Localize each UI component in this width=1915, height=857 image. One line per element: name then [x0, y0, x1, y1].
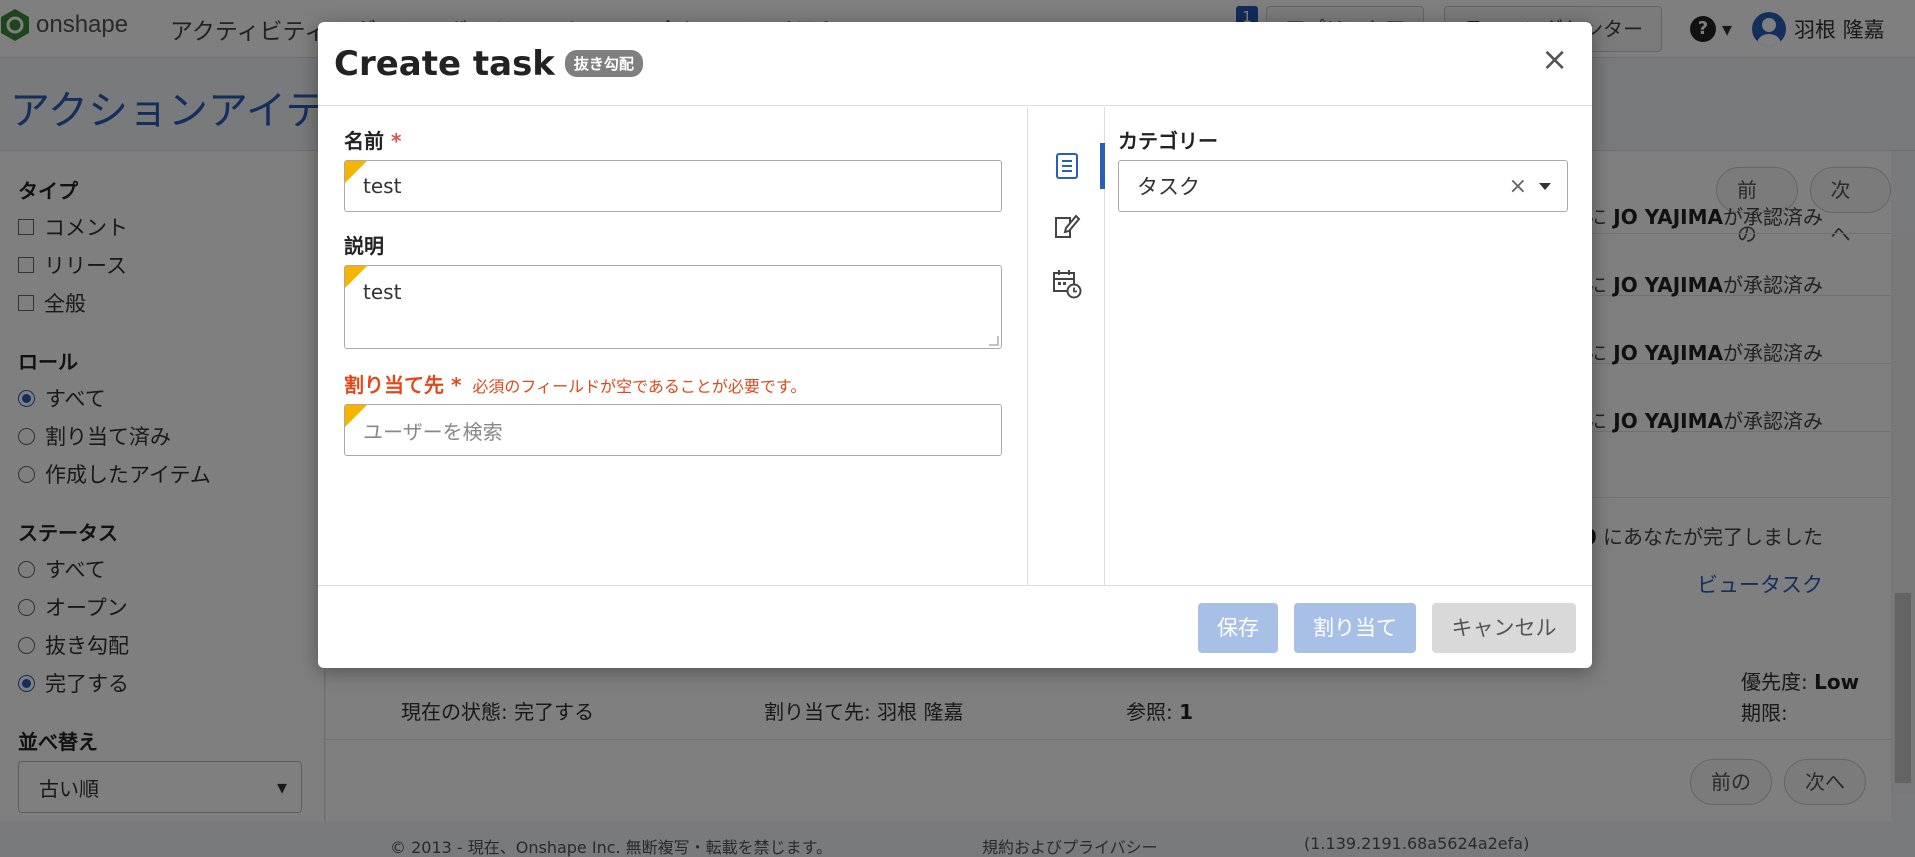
name-field[interactable]: test: [344, 160, 1002, 212]
calendar-clock-icon: [1053, 270, 1082, 299]
required-mark: *: [450, 373, 462, 397]
draft-marker: [345, 161, 367, 183]
details-pane: 名前 * test 説明 test 割り当て先 * 必須のフィールドが空であるこ…: [318, 107, 1028, 585]
description-value: test: [363, 280, 402, 304]
description-field[interactable]: test: [344, 265, 1002, 349]
resize-handle[interactable]: [989, 336, 999, 346]
validation-error: 必須のフィールドが空であることが必要です。: [472, 377, 807, 396]
category-select[interactable]: タスク ×: [1118, 160, 1568, 212]
save-button[interactable]: 保存: [1198, 603, 1278, 653]
document-icon: [1056, 153, 1078, 179]
name-label-text: 名前: [344, 129, 384, 153]
dialog-header: Create task 抜き勾配: [318, 22, 1592, 106]
assign-button[interactable]: 割り当て: [1294, 603, 1416, 653]
draft-marker: [345, 266, 367, 288]
clear-icon[interactable]: ×: [1509, 174, 1527, 199]
edit-note-icon: [1055, 214, 1081, 238]
tab-schedule[interactable]: [1029, 259, 1105, 309]
properties-pane: カテゴリー タスク ×: [1106, 107, 1592, 585]
name-label: 名前 *: [344, 125, 1003, 154]
name-value: test: [363, 174, 402, 198]
assignee-search-input[interactable]: ユーザーを検索: [344, 404, 1002, 456]
category-label: カテゴリー: [1118, 129, 1218, 153]
status-badge: 抜き勾配: [564, 50, 643, 77]
assignee-label-text: 割り当て先: [344, 373, 444, 397]
cancel-button[interactable]: キャンセル: [1432, 603, 1576, 653]
tab-notes[interactable]: [1029, 201, 1105, 251]
assignee-placeholder: ユーザーを検索: [363, 419, 503, 444]
description-label: 説明: [344, 234, 384, 258]
dialog-footer: 保存 割り当て キャンセル: [318, 585, 1592, 668]
chevron-down-icon: [1539, 183, 1551, 190]
draft-marker: [345, 405, 367, 427]
create-task-dialog: Create task 抜き勾配 × 名前 * test 説明 test 割り当…: [318, 22, 1592, 668]
category-value: タスク: [1137, 175, 1200, 199]
tab-details[interactable]: [1029, 141, 1105, 191]
required-mark: *: [390, 129, 402, 153]
assignee-label: 割り当て先 * 必須のフィールドが空であることが必要です。: [344, 369, 1003, 398]
close-icon[interactable]: ×: [1541, 40, 1568, 78]
dialog-title: Create task: [334, 43, 555, 84]
dialog-tab-rail: [1029, 107, 1105, 585]
